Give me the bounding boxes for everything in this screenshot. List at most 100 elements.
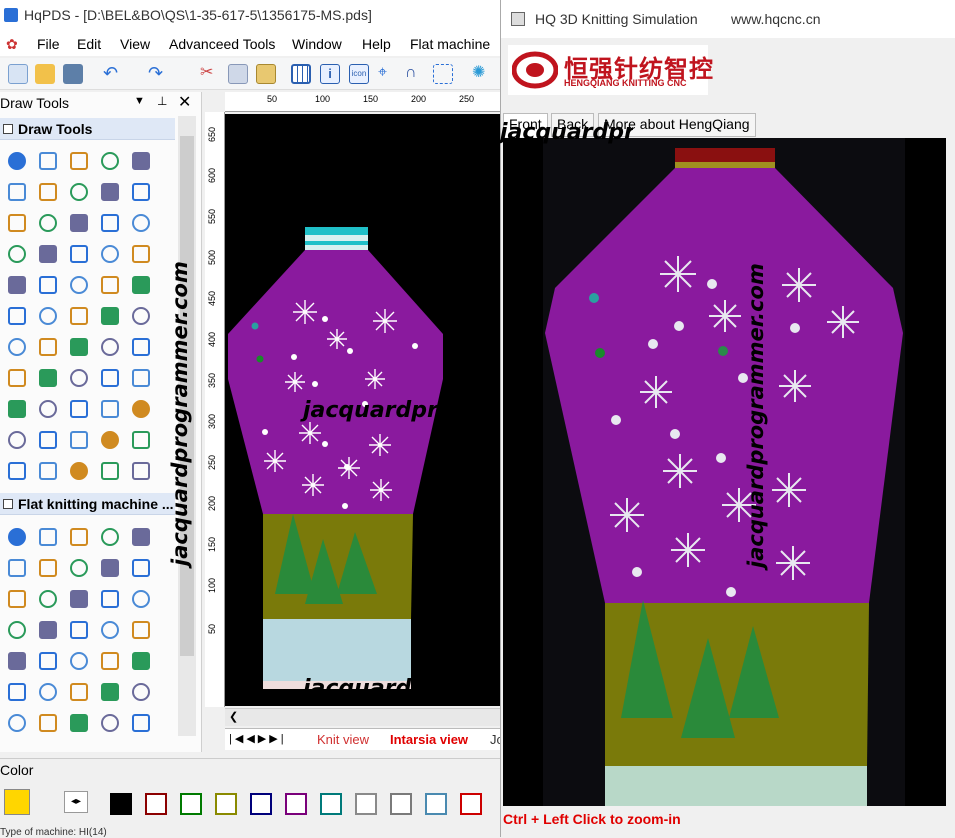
machine-tool-20-icon[interactable] [132,621,150,639]
cut-icon[interactable]: ✂ [200,64,220,84]
color-scroll-icon[interactable]: ◂▸ [64,791,88,813]
draw-tool-11-icon[interactable] [8,214,26,232]
color-swatch-9[interactable] [390,793,412,815]
draw-tools-scrollbar[interactable] [178,116,196,736]
machine-tool-23-icon[interactable] [70,652,88,670]
copy-icon[interactable] [228,64,248,84]
tab-nav-arrows-icon[interactable]: |◀◀▶▶| [229,732,287,745]
draw-tool-14-icon[interactable] [101,214,119,232]
machine-tool-18-icon[interactable] [70,621,88,639]
draw-tool-25-icon[interactable] [132,276,150,294]
draw-tool-53-icon[interactable] [70,462,88,480]
current-color-swatch[interactable] [4,789,30,815]
draw-tool-32-icon[interactable] [39,338,57,356]
color-swatch-11[interactable] [460,793,482,815]
draw-tool-2-icon[interactable] [39,152,57,170]
machine-tool-33-icon[interactable] [70,714,88,732]
draw-tool-19-icon[interactable] [101,245,119,263]
machine-tool-1-icon[interactable] [8,528,26,546]
draw-tool-28-icon[interactable] [70,307,88,325]
machine-tool-17-icon[interactable] [39,621,57,639]
tab-more-about[interactable]: More about HengQiang [598,113,756,137]
machine-tool-7-icon[interactable] [39,559,57,577]
info-icon[interactable]: i [320,64,340,84]
machine-tool-27-icon[interactable] [39,683,57,701]
draw-tool-13-icon[interactable] [70,214,88,232]
color-swatch-7[interactable] [320,793,342,815]
color-swatch-6[interactable] [285,793,307,815]
machine-tool-22-icon[interactable] [39,652,57,670]
machine-tool-30-icon[interactable] [132,683,150,701]
machine-tool-35-icon[interactable] [132,714,150,732]
draw-tool-30-icon[interactable] [132,307,150,325]
menu-advanced-tools[interactable]: Advanceed Tools [169,36,275,52]
machine-tool-3-icon[interactable] [70,528,88,546]
draw-tool-20-icon[interactable] [132,245,150,263]
menu-window[interactable]: Window [292,36,342,52]
machine-tool-29-icon[interactable] [101,683,119,701]
menu-help[interactable]: Help [362,36,391,52]
color-swatch-8[interactable] [355,793,377,815]
draw-tool-22-icon[interactable] [39,276,57,294]
draw-tool-39-icon[interactable] [101,369,119,387]
draw-tool-5-icon[interactable] [132,152,150,170]
color-swatch-3[interactable] [180,793,202,815]
panel-dropdown-icon[interactable]: ▼ [134,95,145,107]
machine-tool-6-icon[interactable] [8,559,26,577]
draw-tool-40-icon[interactable] [132,369,150,387]
tab-back[interactable]: Back [551,113,595,137]
canvas-horizontal-scrollbar[interactable]: ❮ [225,708,500,726]
color-swatch-10[interactable] [425,793,447,815]
draw-tool-12-icon[interactable] [39,214,57,232]
draw-tool-49-icon[interactable] [101,431,119,449]
draw-tool-10-icon[interactable] [132,183,150,201]
draw-tool-6-icon[interactable] [8,183,26,201]
draw-tool-52-icon[interactable] [39,462,57,480]
menu-edit[interactable]: Edit [77,36,101,52]
draw-tool-8-icon[interactable] [70,183,88,201]
draw-tool-26-icon[interactable] [8,307,26,325]
draw-tool-4-icon[interactable] [101,152,119,170]
draw-tool-24-icon[interactable] [101,276,119,294]
draw-tool-50-icon[interactable] [132,431,150,449]
paste-icon[interactable] [256,64,276,84]
machine-tool-12-icon[interactable] [39,590,57,608]
machine-tool-8-icon[interactable] [70,559,88,577]
draw-tool-37-icon[interactable] [39,369,57,387]
tab-knit-view[interactable]: Knit view [317,732,369,747]
draw-tool-31-icon[interactable] [8,338,26,356]
draw-tool-29-icon[interactable] [101,307,119,325]
draw-tool-47-icon[interactable] [39,431,57,449]
machine-tool-19-icon[interactable] [101,621,119,639]
draw-tool-27-icon[interactable] [39,307,57,325]
draw-tool-54-icon[interactable] [101,462,119,480]
close-panel-icon[interactable]: ✕ [178,92,191,112]
machine-tool-2-icon[interactable] [39,528,57,546]
draw-tool-34-icon[interactable] [101,338,119,356]
machine-tool-21-icon[interactable] [8,652,26,670]
menu-view[interactable]: View [120,36,150,52]
redo-icon[interactable]: ↷ [148,64,168,84]
draw-tool-21-icon[interactable] [8,276,26,294]
machine-tool-4-icon[interactable] [101,528,119,546]
draw-tool-38-icon[interactable] [70,369,88,387]
menu-file[interactable]: File [37,36,60,52]
grid-icon[interactable] [291,64,311,84]
select-icon[interactable] [433,64,453,84]
machine-tool-9-icon[interactable] [101,559,119,577]
machine-tool-16-icon[interactable] [8,621,26,639]
draw-tool-35-icon[interactable] [132,338,150,356]
draw-tool-3-icon[interactable] [70,152,88,170]
machine-tool-13-icon[interactable] [70,590,88,608]
draw-tool-48-icon[interactable] [70,431,88,449]
draw-tool-33-icon[interactable] [70,338,88,356]
draw-tool-7-icon[interactable] [39,183,57,201]
new-file-icon[interactable] [8,64,28,84]
machine-tool-14-icon[interactable] [101,590,119,608]
machine-tool-11-icon[interactable] [8,590,26,608]
tab-front[interactable]: Front [503,113,548,137]
color-swatch-1[interactable] [110,793,132,815]
draw-tool-41-icon[interactable] [8,400,26,418]
arch-icon[interactable]: ∩ [405,64,425,84]
app-menu-icon[interactable]: ✿ [6,36,22,52]
